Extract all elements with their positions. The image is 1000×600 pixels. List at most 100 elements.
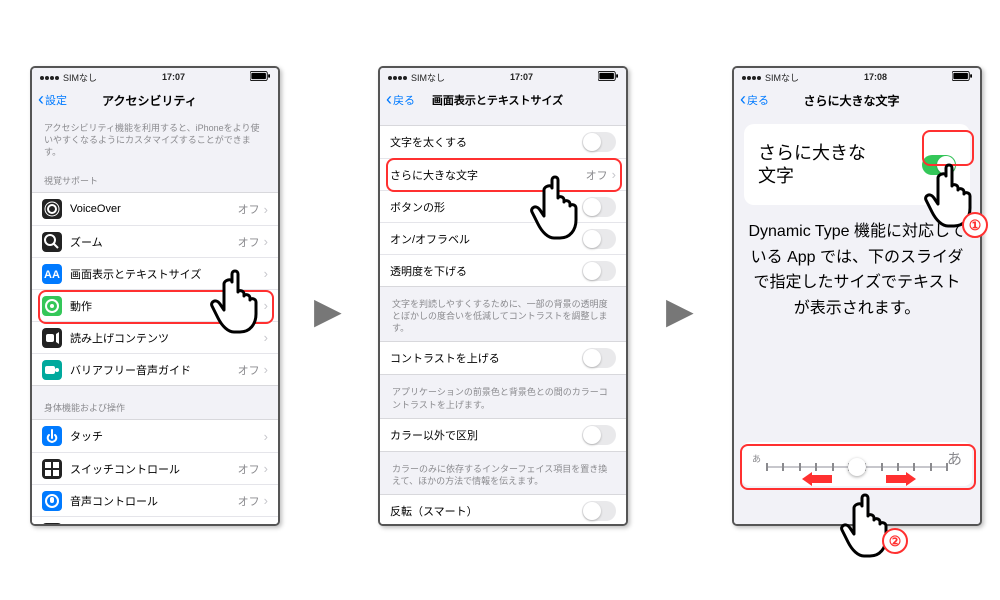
carrier-text: SIMなし: [765, 71, 799, 84]
row-label: さらに大きな文字: [390, 167, 586, 183]
chevron-right-icon: ›: [264, 202, 268, 217]
larger-text-card: さらに大きな文字: [744, 124, 970, 205]
settings-group-c: カラー以外で区別: [380, 418, 626, 452]
larger-text-toggle[interactable]: [922, 155, 956, 175]
row-label: バリアフリー音声ガイド: [70, 362, 238, 378]
settings-row[interactable]: バリアフリー音声ガイドオフ ›: [32, 353, 278, 385]
row-label: 透明度を下げる: [390, 263, 582, 279]
intro-text: アクセシビリティ機能を利用すると、iPhoneをより使いやすくなるようにカスタマ…: [32, 114, 278, 162]
status-time: 17:08: [799, 72, 952, 82]
slider-knob[interactable]: [848, 458, 866, 476]
toggle[interactable]: [582, 229, 616, 249]
row-label: タッチ: [70, 428, 264, 444]
touch-icon: [42, 426, 62, 446]
group-desc-b: アプリケーションの前景色と背景色との間のカラーコントラストを上げます。: [380, 378, 626, 414]
toggle[interactable]: [582, 132, 616, 152]
settings-row[interactable]: 透明度を下げる: [380, 254, 626, 286]
settings-row[interactable]: タッチ›: [32, 420, 278, 452]
dynamic-type-desc: Dynamic Type 機能に対応している App では、下のスライダで指定し…: [734, 215, 980, 325]
nav-title: 画面表示とテキストサイズ: [378, 92, 620, 108]
section-header-visual: 視覚サポート: [32, 162, 278, 189]
toggle[interactable]: [582, 425, 616, 445]
chevron-right-icon: ›: [264, 362, 268, 377]
settings-row[interactable]: ズームオフ›: [32, 225, 278, 257]
settings-row[interactable]: 文字を太くする: [380, 126, 626, 158]
row-label: スイッチコントロール: [70, 461, 238, 477]
settings-row[interactable]: カラー以外で区別: [380, 419, 626, 451]
larger-text-label: さらに大きな文字: [758, 142, 866, 187]
row-label: コントラストを上げる: [390, 350, 582, 366]
row-label: 読み上げコンテンツ: [70, 330, 264, 346]
row-label: ボタンの形: [390, 199, 582, 215]
chevron-right-icon: ›: [264, 298, 268, 313]
row-label: VoiceOver: [70, 203, 238, 215]
chevron-right-icon: ›: [264, 330, 268, 345]
settings-row[interactable]: 反転（スマート）: [380, 495, 626, 524]
settings-row[interactable]: VoiceOverオフ›: [32, 193, 278, 225]
row-value: オフ: [586, 167, 608, 183]
row-label: 文字を太くする: [390, 134, 582, 150]
settings-group-b: コントラストを上げる: [380, 341, 626, 375]
settings-row[interactable]: さらに大きな文字オフ ›: [380, 158, 626, 190]
settings-row[interactable]: ボタンの形: [380, 190, 626, 222]
svg-text:AA: AA: [44, 269, 60, 281]
settings-group-visual: VoiceOverオフ›ズームオフ›AA画面表示とテキストサイズ›動作›読み上げ…: [32, 192, 278, 386]
settings-row[interactable]: 音声コントロールオフ ›: [32, 484, 278, 516]
zoom-icon: [42, 232, 62, 252]
callout-number-1: ①: [962, 212, 988, 238]
row-label: カラー以外で区別: [390, 427, 582, 443]
chevron-right-icon: ›: [612, 167, 616, 182]
settings-row[interactable]: コントラストを上げる: [380, 342, 626, 374]
home-icon: [42, 523, 62, 524]
status-time: 17:07: [97, 72, 250, 82]
group-desc-a: 文字を判読しやすくするために、一部の背景の透明度とぼかしの度合いを低減してコント…: [380, 290, 626, 338]
settings-row[interactable]: スイッチコントロールオフ ›: [32, 452, 278, 484]
settings-row[interactable]: ホームボタン›: [32, 516, 278, 524]
row-value: オフ: [238, 234, 260, 250]
text-size-slider[interactable]: [766, 466, 948, 468]
display-icon: AA: [42, 264, 62, 284]
row-label: 反転（スマート）: [390, 503, 582, 519]
row-label: オン/オフラベル: [390, 231, 582, 247]
settings-row[interactable]: 読み上げコンテンツ›: [32, 321, 278, 353]
nav-bar: 設定 アクセシビリティ: [32, 86, 278, 114]
text-size-slider-wrap: あ あ: [742, 442, 972, 486]
carrier-text: SIMなし: [411, 71, 445, 84]
step-arrow-icon: ▶: [314, 290, 342, 332]
status-time: 17:07: [445, 72, 598, 82]
chevron-right-icon: ›: [264, 493, 268, 508]
voicectl-icon: [42, 491, 62, 511]
slider-max-label: あ: [947, 448, 962, 469]
switch-icon: [42, 459, 62, 479]
row-value: オフ: [238, 493, 260, 509]
settings-group-d: 反転（スマート）: [380, 494, 626, 524]
chevron-right-icon: ›: [264, 461, 268, 476]
red-arrow-right-icon: [886, 472, 916, 486]
row-value: オフ: [238, 461, 260, 477]
toggle[interactable]: [582, 501, 616, 521]
callout-number-2: ②: [882, 528, 908, 554]
row-label: 音声コントロール: [70, 493, 238, 509]
spoken-icon: [42, 328, 62, 348]
battery-icon: [250, 71, 270, 83]
settings-row[interactable]: 動作›: [32, 289, 278, 321]
slider-min-label: あ: [752, 452, 761, 465]
chevron-right-icon: ›: [264, 266, 268, 281]
nav-title: アクセシビリティ: [30, 92, 272, 109]
settings-group-motor: タッチ›スイッチコントロールオフ›音声コントロールオフ›ホームボタン›: [32, 419, 278, 524]
settings-row[interactable]: AA画面表示とテキストサイズ›: [32, 257, 278, 289]
chevron-right-icon: ›: [264, 429, 268, 444]
nav-title: さらに大きな文字: [732, 92, 974, 109]
battery-icon: [952, 71, 972, 83]
toggle[interactable]: [582, 261, 616, 281]
row-value: オフ: [238, 362, 260, 378]
settings-row[interactable]: オン/オフラベル: [380, 222, 626, 254]
status-bar: SIMなし 17:08: [734, 68, 980, 86]
motion-icon: [42, 296, 62, 316]
red-arrow-left-icon: [802, 472, 832, 486]
row-label: 動作: [70, 298, 264, 314]
chevron-right-icon: ›: [264, 234, 268, 249]
toggle[interactable]: [582, 197, 616, 217]
toggle[interactable]: [582, 348, 616, 368]
settings-group-a: 文字を太くするさらに大きな文字オフ › ボタンの形オン/オフラベル透明度を下げる: [380, 125, 626, 287]
